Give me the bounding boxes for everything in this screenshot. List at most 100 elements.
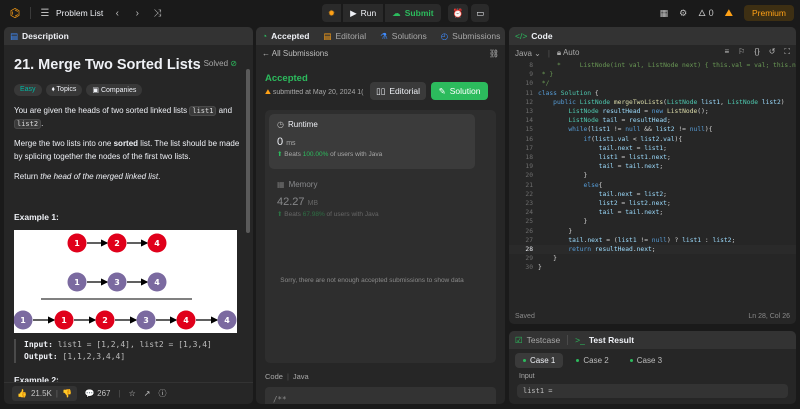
stats-box: ◷ Runtime 0 ms ⬆ Beats 100.00% of users w… xyxy=(265,110,496,363)
line-number: 16 xyxy=(525,135,533,143)
example-1-io: Input: list1 = [1,2,4], list2 = [1,3,4] … xyxy=(14,338,243,363)
case-tab-1[interactable]: Case 1 xyxy=(515,353,564,368)
braces-icon[interactable]: {} xyxy=(754,47,759,57)
lock-icon: ▣ xyxy=(92,87,100,94)
row3-label-4: 3 xyxy=(143,316,149,325)
line-number: 24 xyxy=(525,209,533,217)
line-number: 26 xyxy=(525,227,533,235)
tab-test-result[interactable]: Test Result xyxy=(589,335,634,345)
description-scrollbar[interactable] xyxy=(246,69,250,233)
settings-gear-icon[interactable]: ⚙ xyxy=(679,8,687,19)
help-icon[interactable]: ⓘ xyxy=(158,388,166,399)
document-icon: ▤ xyxy=(10,30,19,41)
edit-icon: ✎ xyxy=(438,85,446,96)
bookmark-icon[interactable]: ⚐ xyxy=(738,47,745,57)
streak-counter[interactable]: 🜂 0 xyxy=(698,4,713,22)
code-text[interactable]: * ListNode(int val, ListNode next) { thi… xyxy=(538,61,796,273)
language-select[interactable]: Java ⌄ xyxy=(515,49,541,58)
line-number: 28 xyxy=(525,246,533,254)
submit-button[interactable]: ☁ Submit xyxy=(385,4,441,22)
reset-icon[interactable]: ↺ xyxy=(769,47,776,57)
example-1-heading: Example 1: xyxy=(14,211,59,222)
line-number: 9 xyxy=(529,71,533,79)
editorial-button[interactable]: ▯▯ Editorial xyxy=(370,82,426,100)
solved-status: Solved ⊘ xyxy=(203,59,237,68)
row1-label-3: 4 xyxy=(154,239,160,248)
next-problem-icon[interactable]: › xyxy=(131,8,143,19)
line-number: 15 xyxy=(525,126,533,134)
tab-solutions[interactable]: Solutions xyxy=(392,31,427,41)
tab-code[interactable]: Code xyxy=(531,31,552,41)
tab-editorial[interactable]: Editorial xyxy=(335,31,366,41)
chevron-down-icon: ⌄ xyxy=(534,48,541,58)
format-icon[interactable]: ≡ xyxy=(725,47,730,57)
fullscreen-icon[interactable]: ⛶ xyxy=(784,47,790,57)
prev-problem-icon[interactable]: ‹ xyxy=(111,8,123,19)
bug-icon: ✹ xyxy=(328,7,336,18)
line-number: 22 xyxy=(525,190,533,198)
solution-button[interactable]: ✎ Solution xyxy=(431,82,488,100)
lock-icon: 🔒︎ xyxy=(556,48,562,57)
submitted-code-preview: /** xyxy=(265,387,496,404)
code-header: </> Code xyxy=(509,27,796,45)
tab-accepted[interactable]: Accepted xyxy=(271,31,309,41)
layout-grid-icon[interactable]: ▦ xyxy=(660,8,669,19)
input-value[interactable]: list1 = xyxy=(517,384,788,398)
star-icon[interactable]: ☆ xyxy=(129,389,136,398)
description-panel: ▤ Description 21. Merge Two Sorted Lists… xyxy=(4,27,253,404)
line-number: 12 xyxy=(525,98,533,106)
runtime-card[interactable]: ◷ Runtime 0 ms ⬆ Beats 100.00% of users w… xyxy=(269,114,475,169)
list-icon: ☰ xyxy=(40,7,50,19)
like-button[interactable]: 👍 21.5K | 👎 xyxy=(12,386,77,401)
pass-dot xyxy=(629,359,633,362)
difficulty-tag[interactable]: Easy xyxy=(14,84,42,96)
line-number: 13 xyxy=(525,108,533,116)
line-number: 20 xyxy=(525,172,533,180)
shuffle-icon[interactable]: ⤨ xyxy=(151,8,163,19)
topics-tag[interactable]: ⬧ Topics xyxy=(45,84,83,96)
description-paragraph-3: Return the head of the merged linked lis… xyxy=(14,172,161,181)
notes-button[interactable]: ▭ xyxy=(471,4,490,22)
description-footer: 👍 21.5K | 👎 💬 267 | ☆ ↗ ⓘ xyxy=(4,382,253,404)
tag-icon: ⬧ xyxy=(51,86,55,93)
problem-list-button[interactable]: ☰ Problem List xyxy=(39,7,104,19)
premium-button[interactable]: Premium xyxy=(743,5,794,21)
code-language-row: Code | Java xyxy=(265,372,309,381)
share-icon[interactable]: ↗ xyxy=(144,389,151,398)
tab-testcase[interactable]: Testcase xyxy=(527,335,561,345)
auto-mode-toggle[interactable]: 🔒︎ Auto xyxy=(557,48,580,58)
top-bar: ⌬ ☰ Problem List ‹ › ⤨ ✹ ▶ Run ☁ Submit … xyxy=(0,0,800,26)
accepted-tab-icon: ◔ xyxy=(262,31,268,41)
input-label: Input xyxy=(519,373,535,380)
cloud-upload-icon: ☁ xyxy=(392,7,401,18)
submission-panel: ◔ Accepted ▤ Editorial ⚗ Solutions ◴ Sub… xyxy=(256,27,505,404)
code-editor[interactable]: 8 9 10 11 12 13 14 15 16 17 18 19 20 21 22 23 24 25 26 27 28… xyxy=(509,61,796,304)
clock-icon: ◷ xyxy=(277,120,284,129)
memory-card[interactable]: ▦ Memory 42.27 MB ⬆ Beats 67.98% of users… xyxy=(277,180,379,218)
code-brackets-icon: </> xyxy=(515,31,528,41)
beats-icon: ⬆ xyxy=(277,151,283,158)
example-1-diagram: 1 2 4 1 3 4 1 1 2 3 4 4 xyxy=(13,229,237,333)
book-icon: ▯▯ xyxy=(375,85,386,96)
timer-button[interactable]: ⏰ xyxy=(447,4,469,22)
tab-description[interactable]: Description xyxy=(22,31,69,41)
companies-tag[interactable]: ▣ Companies xyxy=(86,84,143,96)
avatar[interactable]: ⛰ xyxy=(725,8,733,19)
tab-submissions[interactable]: Submissions xyxy=(452,31,500,41)
pass-dot xyxy=(576,359,580,362)
link-icon[interactable]: ⛓ xyxy=(489,49,499,58)
all-submissions-link[interactable]: ← All Submissions xyxy=(262,49,328,58)
comments-button[interactable]: 💬 267 xyxy=(85,389,111,398)
case-tab-2[interactable]: Case 2 xyxy=(568,353,616,368)
description-header: ▤ Description xyxy=(4,27,253,45)
case-tab-3[interactable]: Case 3 xyxy=(622,353,670,368)
thumbs-down-icon[interactable]: 👎 xyxy=(62,389,72,398)
case-tabs: Case 1 Case 2 Case 3 xyxy=(509,349,796,368)
submissions-tab-icon: ◴ xyxy=(440,30,449,41)
debug-button[interactable]: ✹ xyxy=(322,4,342,22)
line-number: 19 xyxy=(525,163,533,171)
run-button[interactable]: ▶ Run xyxy=(343,4,384,22)
row3-label-3: 2 xyxy=(102,316,108,325)
leetcode-logo-icon[interactable]: ⌬ xyxy=(8,6,22,20)
code-panel: </> Code Java ⌄ | 🔒︎ Auto ≡ ⚐ {} ↺ ⛶ 891… xyxy=(509,27,796,324)
